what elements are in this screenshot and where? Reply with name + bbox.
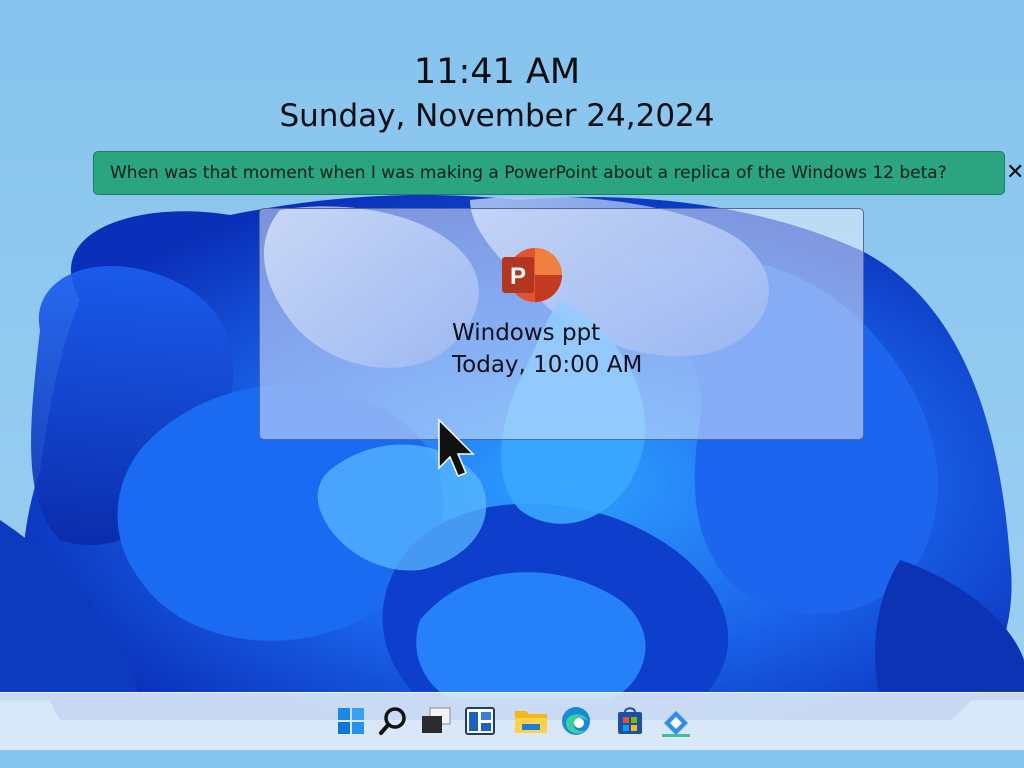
powerpoint-icon-letter: P	[510, 263, 526, 290]
edge-browser-icon[interactable]	[558, 703, 594, 739]
taskbar	[0, 692, 1024, 751]
clock-date: Sunday, November 24,2024	[279, 98, 715, 134]
result-timestamp: Today, 10:00 AM	[452, 352, 643, 378]
recall-search-bar[interactable]: When was that moment when I was making a…	[93, 151, 1005, 195]
close-icon[interactable]: ✕	[1006, 160, 1024, 186]
file-explorer-icon[interactable]	[513, 703, 549, 739]
lock-clock: 11:41 AM Sunday, November 24,2024	[0, 50, 994, 136]
mouse-pointer-icon	[438, 418, 475, 477]
microsoft-store-icon[interactable]	[612, 703, 648, 739]
powerpoint-icon: P	[502, 248, 562, 302]
result-title: Windows ppt	[452, 320, 601, 346]
widgets-icon[interactable]	[462, 703, 498, 739]
result-text: Windows ppt Today, 10:00 AM	[452, 317, 642, 381]
search-query-text[interactable]: When was that moment when I was making a…	[110, 163, 947, 183]
task-view-icon[interactable]	[418, 703, 454, 739]
search-result-card[interactable]: P Windows ppt Today, 10:00 AM	[259, 208, 864, 440]
windows-start-icon[interactable]	[333, 703, 369, 739]
bottom-strip	[0, 750, 1024, 768]
clock-time: 11:41 AM	[413, 52, 581, 92]
recall-icon[interactable]	[658, 703, 694, 739]
desktop: 11:41 AM Sunday, November 24,2024 When w…	[0, 0, 1024, 768]
search-icon[interactable]	[376, 703, 412, 739]
